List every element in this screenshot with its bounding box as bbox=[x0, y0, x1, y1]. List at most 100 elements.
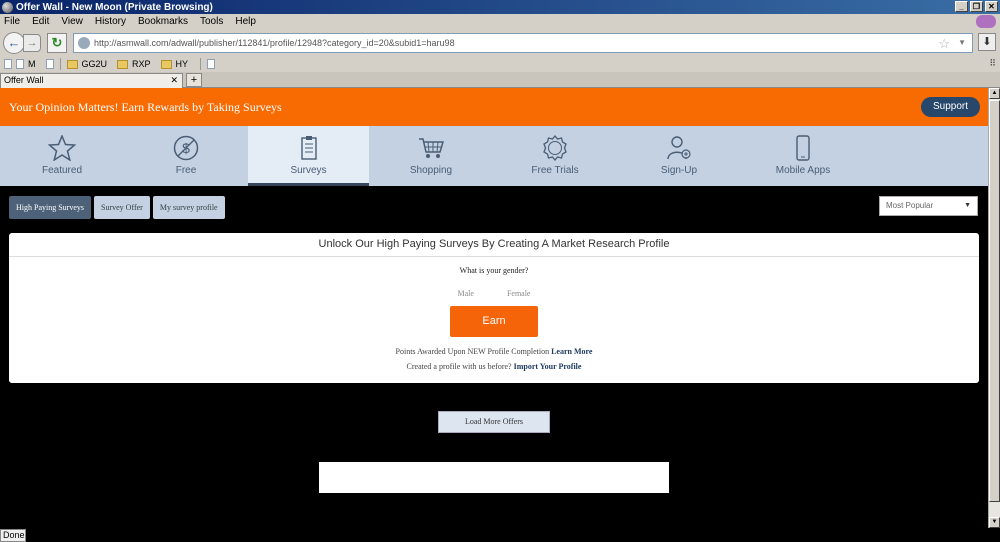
menu-history[interactable]: History bbox=[95, 16, 126, 27]
dollar-icon: $ bbox=[171, 134, 201, 162]
category-featured[interactable]: Featured bbox=[0, 126, 124, 186]
bookmark-page-icon[interactable] bbox=[207, 59, 216, 69]
close-icon[interactable]: ✕ bbox=[985, 1, 998, 12]
earn-button[interactable]: Earn bbox=[450, 306, 538, 337]
window-title: Offer Wall - New Moon (Private Browsing) bbox=[16, 1, 213, 13]
card-title: Unlock Our High Paying Surveys By Creati… bbox=[9, 233, 979, 257]
menu-file[interactable]: File bbox=[4, 16, 20, 27]
tab-close-icon[interactable]: ✕ bbox=[170, 75, 178, 86]
bookmark-label: M bbox=[28, 59, 36, 69]
category-free-trials[interactable]: Free Trials bbox=[493, 126, 617, 186]
category-nav: Featured $ Free Surveys Shopping Free Tr… bbox=[0, 126, 988, 186]
tab-offer-wall[interactable]: Offer Wall ✕ bbox=[0, 73, 183, 88]
forward-button[interactable]: → bbox=[23, 33, 41, 52]
survey-subtabs: High Paying Surveys Survey Offer My surv… bbox=[9, 196, 225, 219]
gender-options: Male Female bbox=[9, 289, 979, 298]
bookmark-label: HY bbox=[175, 59, 189, 69]
support-button[interactable]: Support bbox=[921, 97, 980, 117]
category-label: Sign-Up bbox=[660, 165, 698, 176]
menu-view[interactable]: View bbox=[61, 16, 83, 27]
bookmark-page-icon[interactable] bbox=[4, 59, 12, 69]
status-bar: Done bbox=[0, 528, 1000, 542]
bookmark-page-icon[interactable] bbox=[45, 59, 54, 69]
restore-icon[interactable]: ❐ bbox=[970, 1, 983, 12]
bookmark-m[interactable]: M bbox=[16, 59, 36, 69]
status-text: Done bbox=[0, 529, 26, 542]
subtab-survey-offer[interactable]: Survey Offer bbox=[94, 196, 150, 219]
bookmarks-toolbar: M GG2U RXP HY ⠿ bbox=[0, 56, 1000, 72]
reload-button[interactable]: ↻ bbox=[47, 32, 67, 53]
banner-text: Your Opinion Matters! Earn Rewards by Ta… bbox=[9, 99, 282, 114]
bookmark-folder-hy[interactable]: HY bbox=[160, 59, 189, 69]
menu-tools[interactable]: Tools bbox=[200, 16, 223, 27]
menu-bar: File Edit View History Bookmarks Tools H… bbox=[0, 14, 1000, 29]
points-note-text: Points Awarded Upon NEW Profile Completi… bbox=[395, 347, 550, 356]
import-note: Created a profile with us before? Import… bbox=[9, 362, 979, 371]
site-identity-icon[interactable] bbox=[78, 36, 90, 49]
badge-icon bbox=[540, 134, 570, 162]
learn-more-link[interactable]: Learn More bbox=[551, 347, 592, 356]
bookmark-folder-gg2u[interactable]: GG2U bbox=[66, 59, 108, 69]
clipboard-icon bbox=[294, 134, 324, 162]
window-title-bar: Offer Wall - New Moon (Private Browsing)… bbox=[0, 0, 1000, 14]
cart-icon bbox=[416, 134, 446, 162]
category-shopping[interactable]: Shopping bbox=[369, 126, 493, 186]
bookmark-star-icon[interactable]: ☆ bbox=[938, 36, 950, 52]
back-button[interactable]: ← bbox=[3, 31, 25, 54]
subtab-high-paying-surveys[interactable]: High Paying Surveys bbox=[9, 196, 91, 219]
page-icon bbox=[16, 59, 24, 69]
page-viewport: Your Opinion Matters! Earn Rewards by Ta… bbox=[0, 88, 988, 528]
category-label: Mobile Apps bbox=[775, 165, 831, 176]
downloads-icon[interactable]: ⬇ bbox=[978, 33, 996, 51]
menu-bookmarks[interactable]: Bookmarks bbox=[138, 16, 188, 27]
offer-wall-banner: Your Opinion Matters! Earn Rewards by Ta… bbox=[0, 88, 988, 126]
blank-panel bbox=[319, 462, 669, 493]
category-mobile-apps[interactable]: Mobile Apps bbox=[741, 126, 865, 186]
star-icon bbox=[47, 134, 77, 162]
gender-question: What is your gender? bbox=[459, 266, 529, 275]
category-surveys[interactable]: Surveys bbox=[248, 126, 369, 186]
category-label: Free bbox=[175, 165, 197, 176]
folder-icon bbox=[117, 59, 129, 69]
category-label: Featured bbox=[41, 165, 83, 176]
option-female[interactable]: Female bbox=[507, 289, 531, 298]
vertical-scrollbar[interactable]: ▲ ▼ bbox=[988, 88, 1000, 528]
option-male[interactable]: Male bbox=[458, 289, 474, 298]
bookmark-separator bbox=[200, 58, 202, 70]
category-sign-up[interactable]: Sign-Up bbox=[617, 126, 741, 186]
category-label: Shopping bbox=[409, 165, 453, 176]
url-bar[interactable]: http://asmwall.com/adwall/publisher/1128… bbox=[73, 32, 973, 53]
points-note: Points Awarded Upon NEW Profile Completi… bbox=[9, 347, 979, 356]
import-note-text: Created a profile with us before? bbox=[406, 362, 512, 371]
category-free[interactable]: $ Free bbox=[124, 126, 248, 186]
history-dropdown-icon[interactable]: ▼ bbox=[958, 38, 966, 47]
user-add-icon bbox=[664, 134, 694, 162]
scroll-up-icon[interactable]: ▲ bbox=[989, 88, 1000, 99]
navigation-toolbar: ← → ↻ http://asmwall.com/adwall/publishe… bbox=[0, 29, 1000, 56]
import-profile-link[interactable]: Import Your Profile bbox=[514, 362, 582, 371]
load-more-button[interactable]: Load More Offers bbox=[438, 411, 550, 433]
sort-value: Most Popular bbox=[886, 201, 934, 210]
tab-bar: Offer Wall ✕ + bbox=[0, 72, 1000, 88]
folder-icon bbox=[160, 59, 172, 69]
bookmark-label: GG2U bbox=[81, 59, 108, 69]
window-controls: _ ❐ ✕ bbox=[955, 1, 998, 12]
menu-help[interactable]: Help bbox=[235, 16, 256, 27]
tab-label: Offer Wall bbox=[4, 75, 44, 85]
profile-card: Unlock Our High Paying Surveys By Creati… bbox=[9, 233, 979, 383]
minimize-icon[interactable]: _ bbox=[955, 1, 968, 12]
scroll-down-icon[interactable]: ▼ bbox=[989, 517, 1000, 528]
chevron-down-icon: ▼ bbox=[964, 202, 971, 209]
phone-icon bbox=[788, 134, 818, 162]
browser-logo-icon bbox=[2, 1, 13, 13]
scroll-thumb[interactable] bbox=[989, 100, 1000, 502]
sort-select[interactable]: Most Popular ▼ bbox=[879, 196, 978, 216]
folder-icon bbox=[66, 59, 78, 69]
bookmark-folder-rxp[interactable]: RXP bbox=[117, 59, 151, 69]
menu-edit[interactable]: Edit bbox=[32, 16, 49, 27]
toolbar-overflow-icon[interactable]: ⠿ bbox=[989, 58, 996, 69]
bookmark-separator bbox=[59, 58, 61, 70]
new-tab-button[interactable]: + bbox=[186, 73, 202, 87]
category-label: Surveys bbox=[290, 165, 327, 176]
subtab-my-survey-profile[interactable]: My survey profile bbox=[152, 196, 225, 219]
